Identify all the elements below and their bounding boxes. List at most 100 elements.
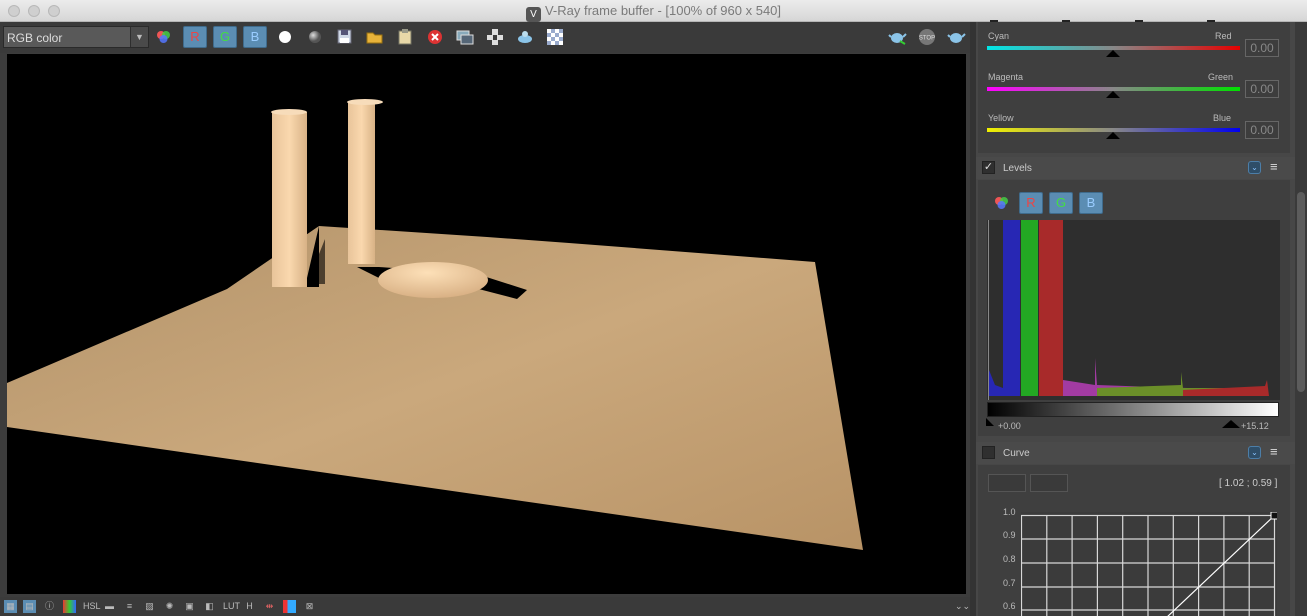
curve-reset-button[interactable]: [1030, 474, 1068, 492]
white-sphere-icon[interactable]: [273, 26, 297, 48]
curve-checkbox[interactable]: [982, 446, 995, 459]
chevron-down-icon[interactable]: ⌄⌄: [955, 600, 970, 613]
cylinder-cap: [347, 99, 383, 105]
divider: [1207, 20, 1215, 22]
curve-y-tick: 1.0: [1003, 507, 1016, 517]
curve-coord-readout: [ 1.02 ; 0.59 ]: [1219, 478, 1278, 489]
cylinder-object: [348, 102, 375, 264]
exposure-icon[interactable]: ▨: [143, 600, 156, 613]
stop-render-button[interactable]: STOP: [915, 26, 939, 48]
levels-white-point-handle[interactable]: [1222, 420, 1240, 428]
yellow-blue-slider-handle[interactable]: [1106, 132, 1120, 139]
curve-title: Curve: [1003, 448, 1030, 459]
lut-icon[interactable]: LUT: [223, 600, 240, 613]
levels-red-label: R: [1026, 195, 1036, 210]
stereo-icon[interactable]: [283, 600, 296, 613]
divider: [1062, 20, 1070, 22]
chevron-down-icon[interactable]: ⌄: [1248, 446, 1261, 459]
h-icon[interactable]: H: [243, 600, 256, 613]
curve-y-tick: 0.6: [1003, 601, 1016, 611]
dome-object: [378, 262, 488, 298]
compare-ab-icon[interactable]: ⇹: [263, 600, 276, 613]
menu-icon[interactable]: ≡: [1270, 160, 1281, 173]
open-folder-icon[interactable]: [363, 26, 387, 48]
hsl-icon[interactable]: HSL: [83, 600, 101, 613]
menu-icon[interactable]: ≡: [1270, 445, 1281, 458]
channel-dropdown[interactable]: RGB color ▼: [3, 26, 149, 48]
levels-blue-label: B: [1086, 195, 1096, 210]
blue-channel-label: B: [250, 29, 260, 44]
green-channel-button[interactable]: G: [213, 26, 237, 48]
main-toolbar: RGB color ▼ R G B STOP: [0, 22, 976, 53]
levels-green-label: G: [1055, 195, 1067, 210]
levels-checkbox[interactable]: ✓: [982, 161, 995, 174]
magenta-green-slider-handle[interactable]: [1106, 91, 1120, 98]
curve-y-tick: 0.9: [1003, 530, 1016, 540]
stop-label: STOP: [919, 36, 935, 42]
histogram: [987, 220, 1280, 400]
render-history-icon[interactable]: ▤: [23, 600, 36, 613]
cyan-red-value[interactable]: 0.00: [1245, 39, 1279, 57]
vfb-settings-icon[interactable]: ▦: [4, 600, 17, 613]
cylinder-object: [272, 112, 307, 287]
curve-control-point[interactable]: [1270, 512, 1277, 520]
red-channel-button[interactable]: R: [183, 26, 207, 48]
curve-icon[interactable]: ≡: [123, 600, 136, 613]
levels-title: Levels: [1003, 163, 1032, 174]
render-viewport[interactable]: [7, 54, 966, 594]
color-corrections-icon[interactable]: [63, 600, 76, 613]
color-circles-icon[interactable]: [152, 26, 176, 48]
levels-min-value: +0.00: [998, 421, 1021, 431]
render-teapot-icon[interactable]: [886, 26, 910, 48]
curve-y-tick: 0.8: [1003, 554, 1016, 564]
cyan-red-slider-handle[interactable]: [1106, 50, 1120, 57]
divider: [990, 20, 998, 22]
filmic-icon[interactable]: ◧: [203, 600, 216, 613]
levels-blue-button[interactable]: B: [1079, 192, 1103, 214]
red-label: Red: [1215, 31, 1232, 41]
yellow-blue-value[interactable]: 0.00: [1245, 121, 1279, 139]
curve-preset-button[interactable]: [988, 474, 1026, 492]
color-circles-icon[interactable]: [990, 192, 1014, 214]
levels-green-button[interactable]: G: [1049, 192, 1073, 214]
magenta-label: Magenta: [988, 72, 1024, 82]
window-title-text: V-Ray frame buffer - [100% of 960 x 540]: [544, 3, 782, 18]
background-icon[interactable]: ▣: [183, 600, 196, 613]
track-mouse-icon[interactable]: [483, 26, 507, 48]
levels-black-point-handle[interactable]: [986, 418, 994, 426]
window-title: V V-Ray frame buffer - [100% of 960 x 540…: [0, 3, 1307, 22]
duplicate-icon[interactable]: [453, 26, 477, 48]
cyan-label: Cyan: [988, 31, 1010, 41]
status-bar: ▦ ▤ ⓘ HSL ▬ ≡ ▨ ✺ ▣ ◧ LUT H ⇹ ⊠ ⌄⌄: [0, 597, 976, 616]
divider: [1135, 20, 1143, 22]
levels-red-button[interactable]: R: [1019, 192, 1043, 214]
interactive-teapot-icon[interactable]: [945, 26, 969, 48]
levels-icon[interactable]: ▬: [103, 600, 116, 613]
grey-sphere-icon[interactable]: [303, 26, 327, 48]
curve-editor[interactable]: [1021, 512, 1277, 616]
cylinder-cap: [271, 109, 307, 115]
levels-max-value: +15.12: [1241, 421, 1269, 431]
vray-logo-icon: V: [525, 7, 541, 22]
checker-icon[interactable]: [543, 26, 567, 48]
save-icon[interactable]: [333, 26, 357, 48]
chevron-down-icon[interactable]: ▼: [130, 27, 148, 47]
blue-label: Blue: [1213, 113, 1232, 123]
curve-y-tick: 0.7: [1003, 578, 1016, 588]
clear-icon[interactable]: [423, 26, 447, 48]
levels-gradient-bar: [987, 402, 1279, 417]
green-channel-label: G: [219, 29, 231, 44]
magenta-green-value[interactable]: 0.00: [1245, 80, 1279, 98]
green-label: Green: [1208, 72, 1234, 82]
clipboard-icon[interactable]: [393, 26, 417, 48]
crosshair-icon[interactable]: ⊠: [303, 600, 316, 613]
blue-channel-button[interactable]: B: [243, 26, 267, 48]
chevron-down-icon[interactable]: ⌄: [1248, 161, 1261, 174]
info-icon[interactable]: ⓘ: [43, 600, 56, 613]
render-region-icon[interactable]: [513, 26, 537, 48]
lens-effects-icon[interactable]: ✺: [163, 600, 176, 613]
panel-scrollbar[interactable]: [1295, 22, 1307, 616]
scrollbar-thumb[interactable]: [1297, 192, 1305, 392]
red-channel-label: R: [190, 29, 200, 44]
render-image: [7, 99, 863, 550]
